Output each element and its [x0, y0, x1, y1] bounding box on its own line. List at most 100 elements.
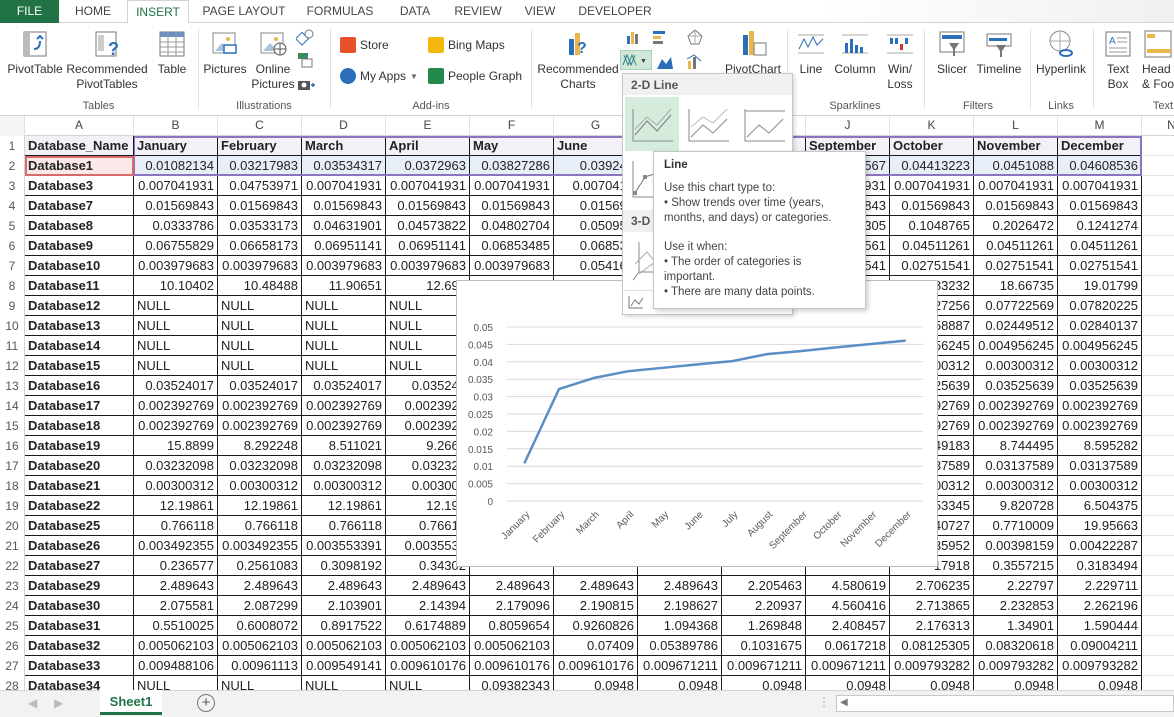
table-cell[interactable]: 0.007041931	[302, 176, 386, 196]
table-cell[interactable]: 0.08320618	[974, 636, 1058, 656]
tab-review[interactable]: REVIEW	[448, 0, 508, 23]
column-header[interactable]: B	[134, 116, 218, 136]
table-cell[interactable]: 0.009610176	[554, 656, 638, 676]
table-cell[interactable]: 0.01569843	[890, 196, 974, 216]
column-header[interactable]: E	[386, 116, 470, 136]
table-cell[interactable]: 0.00300312	[134, 476, 218, 496]
row-header[interactable]: 23	[0, 576, 25, 596]
timeline-button[interactable]: Timeline	[974, 29, 1024, 77]
table-cell[interactable]: 0.0451088	[974, 156, 1058, 176]
row-header[interactable]: 18	[0, 476, 25, 496]
table-cell[interactable]: 0.03534317	[302, 156, 386, 176]
table-cell[interactable]: 0.07820225	[1058, 296, 1142, 316]
table-cell[interactable]: 0.04511261	[1058, 236, 1142, 256]
table-cell[interactable]: 0.01569843	[470, 196, 554, 216]
table-cell[interactable]: Database3	[25, 176, 134, 196]
table-cell[interactable]: 0.02751541	[890, 256, 974, 276]
table-cell[interactable]: 0.1048765	[890, 216, 974, 236]
table-cell[interactable]: 1.34901	[974, 616, 1058, 636]
header-footer-button[interactable]: Head & Foo	[1142, 29, 1174, 92]
row-header[interactable]: 13	[0, 376, 25, 396]
table-cell[interactable]: 2.205463	[722, 576, 806, 596]
table-cell[interactable]: 0.00300312	[1058, 356, 1142, 376]
table-cell[interactable]: 0.003979683	[302, 256, 386, 276]
table-cell[interactable]: 0.03533173	[218, 216, 302, 236]
table-cell[interactable]: 2.489643	[554, 576, 638, 596]
table-cell[interactable]: 0.03137589	[974, 456, 1058, 476]
table-cell[interactable]: 0.07722569	[974, 296, 1058, 316]
table-cell[interactable]: 2.489643	[218, 576, 302, 596]
table-cell[interactable]: 18.66735	[974, 276, 1058, 296]
scroll-tabs-right-icon[interactable]: ▶	[54, 696, 63, 710]
table-cell[interactable]: 0.007041931	[386, 176, 470, 196]
table-cell[interactable]: Database25	[25, 516, 134, 536]
table-cell[interactable]: 0.04511261	[890, 236, 974, 256]
table-cell[interactable]: 0.04608536	[1058, 156, 1142, 176]
table-cell[interactable]: 0.1031675	[722, 636, 806, 656]
table-cell[interactable]: Database7	[25, 196, 134, 216]
row-header[interactable]: 19	[0, 496, 25, 516]
table-cell[interactable]: 4.580619	[806, 576, 890, 596]
table-cell[interactable]: 0.005062103	[386, 636, 470, 656]
table-cell[interactable]: 1.094368	[638, 616, 722, 636]
header-cell[interactable]: October	[890, 136, 974, 156]
row-header[interactable]: 21	[0, 536, 25, 556]
sparkline-column-button[interactable]: Column	[832, 29, 878, 77]
row-header[interactable]: 25	[0, 616, 25, 636]
table-cell[interactable]: 2.408457	[806, 616, 890, 636]
table-cell[interactable]: 0.8059654	[470, 616, 554, 636]
table-cell[interactable]: 12.19861	[134, 496, 218, 516]
scroll-left-icon[interactable]: ◀	[840, 697, 848, 708]
table-cell[interactable]: NULL	[218, 356, 302, 376]
table-cell[interactable]: 0.005062103	[134, 636, 218, 656]
table-cell[interactable]: 2.489643	[134, 576, 218, 596]
table-cell[interactable]: 0.06658173	[218, 236, 302, 256]
my-apps-button[interactable]: My Apps ▼	[340, 68, 418, 84]
table-cell[interactable]: 0.004956245	[1058, 336, 1142, 356]
table-cell[interactable]: 2.713865	[890, 596, 974, 616]
table-cell[interactable]: 2.229711	[1058, 576, 1142, 596]
100-stacked-line-option[interactable]	[737, 97, 791, 151]
table-cell[interactable]: 2.489643	[386, 576, 470, 596]
table-cell[interactable]: 0.03217983	[218, 156, 302, 176]
online-pictures-button[interactable]: Online Pictures	[250, 29, 296, 92]
table-cell[interactable]: 0.02751541	[1058, 256, 1142, 276]
table-cell[interactable]: 0.5510025	[134, 616, 218, 636]
store-button[interactable]: Store	[340, 37, 389, 53]
table-cell[interactable]: Database30	[25, 596, 134, 616]
column-header[interactable]: N	[1142, 116, 1174, 136]
tab-insert[interactable]: INSERT	[127, 0, 189, 24]
table-cell[interactable]: 0.03524017	[134, 376, 218, 396]
table-cell[interactable]: 0.002392769	[974, 416, 1058, 436]
table-cell[interactable]: 19.95663	[1058, 516, 1142, 536]
table-cell[interactable]: 0.06951141	[386, 236, 470, 256]
row-header[interactable]: 14	[0, 396, 25, 416]
table-cell[interactable]: 1.590444	[1058, 616, 1142, 636]
row-header[interactable]: 22	[0, 556, 25, 576]
table-cell[interactable]: 0.002392769	[302, 396, 386, 416]
bar-chart-icon[interactable]	[650, 28, 670, 46]
table-cell[interactable]: 2.489643	[470, 576, 554, 596]
column-header[interactable]: C	[218, 116, 302, 136]
table-cell[interactable]: 0.002392769	[302, 416, 386, 436]
pivottable-button[interactable]: PivotTable	[4, 29, 66, 77]
table-cell[interactable]: 0.00300312	[218, 476, 302, 496]
tab-formulas[interactable]: FORMULAS	[300, 0, 380, 23]
tab-developer[interactable]: DEVELOPER	[573, 0, 657, 23]
table-cell[interactable]: 0.06951141	[302, 236, 386, 256]
table-cell[interactable]: 0.007041931	[1058, 176, 1142, 196]
table-cell[interactable]: NULL	[218, 296, 302, 316]
combo-chart-icon[interactable]	[685, 53, 705, 71]
table-cell[interactable]: 0.003553391	[302, 536, 386, 556]
table-cell[interactable]: 0.02751541	[974, 256, 1058, 276]
table-cell[interactable]: 10.48488	[218, 276, 302, 296]
row-header[interactable]: 24	[0, 596, 25, 616]
column-chart-icon[interactable]	[624, 28, 644, 46]
table-cell[interactable]: 0.03525639	[974, 376, 1058, 396]
tab-page-layout[interactable]: PAGE LAYOUT	[196, 0, 292, 23]
row-header[interactable]: 3	[0, 176, 25, 196]
table-cell[interactable]: 0.004956245	[974, 336, 1058, 356]
pictures-button[interactable]: Pictures	[202, 29, 248, 77]
table-cell[interactable]: 0.009610176	[386, 656, 470, 676]
table-cell[interactable]: 0.003492355	[218, 536, 302, 556]
